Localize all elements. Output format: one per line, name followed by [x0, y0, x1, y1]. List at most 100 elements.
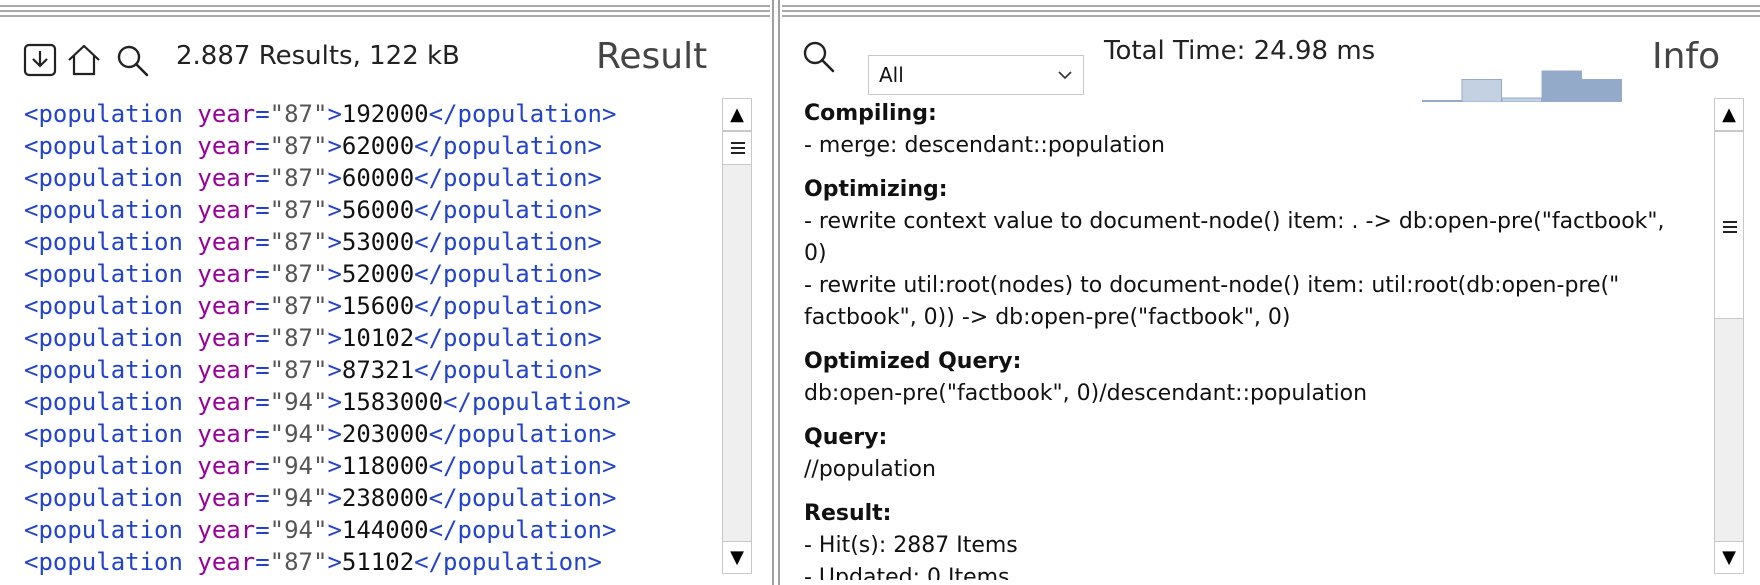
- xml-equals: =: [255, 132, 270, 160]
- xml-open-tag: <population: [24, 260, 198, 288]
- xml-open-tag: <population: [24, 356, 198, 384]
- xml-equals: =: [255, 260, 270, 288]
- xml-open-tag: <population: [24, 516, 198, 544]
- info-filter-select[interactable]: All: [868, 55, 1084, 95]
- info-section-line: - Hit(s): 2887 Items: [804, 533, 1018, 558]
- search-icon[interactable]: [800, 38, 836, 74]
- panel-drag-handle[interactable]: [782, 0, 1760, 20]
- xml-attribute-value: "87": [269, 228, 328, 256]
- code-line: <population year="87">52000</population>: [24, 258, 720, 290]
- xml-attribute: year: [197, 196, 256, 224]
- xml-equals: =: [255, 100, 270, 128]
- xml-open-tag: <population: [24, 196, 198, 224]
- home-icon[interactable]: [66, 42, 102, 78]
- result-scrollbar[interactable]: ▲ ▼: [722, 98, 752, 574]
- arrow-down-icon[interactable]: ▼: [723, 541, 751, 573]
- scroll-thumb[interactable]: [723, 131, 751, 165]
- xml-tag-close: >: [327, 516, 342, 544]
- xml-text-value: 52000: [341, 260, 415, 288]
- xml-attribute-value: "87": [269, 164, 328, 192]
- info-section: Compiling: - merge: descendant::populatio…: [804, 98, 1672, 162]
- xml-close-tag: </population>: [414, 292, 602, 320]
- xml-attribute-value: "87": [269, 292, 328, 320]
- arrow-down-icon[interactable]: ▼: [1715, 541, 1743, 573]
- panel-splitter[interactable]: [770, 0, 782, 585]
- xml-tag-close: >: [327, 132, 342, 160]
- xml-tag-close: >: [327, 164, 342, 192]
- xml-equals: =: [255, 356, 270, 384]
- total-time: Total Time: 24.98 ms: [1104, 36, 1376, 66]
- xml-tag-close: >: [327, 484, 342, 512]
- scroll-thumb[interactable]: [1715, 131, 1743, 319]
- panel-drag-handle[interactable]: [0, 0, 770, 20]
- xml-tag-close: >: [327, 292, 342, 320]
- code-line: <population year="94">1583000</populatio…: [24, 386, 720, 418]
- info-title: Info: [1652, 36, 1721, 77]
- xml-open-tag: <population: [24, 388, 198, 416]
- export-icon[interactable]: [22, 42, 58, 78]
- xml-attribute: year: [197, 132, 256, 160]
- arrow-up-icon[interactable]: ▲: [1715, 99, 1743, 131]
- xml-close-tag: </population>: [428, 420, 617, 448]
- xml-close-tag: </population>: [443, 388, 631, 416]
- xml-attribute-value: "94": [269, 452, 328, 480]
- xml-close-tag: </population>: [414, 260, 602, 288]
- code-line: <population year="87">53000</population>: [24, 226, 720, 258]
- xml-open-tag: <population: [24, 292, 198, 320]
- xml-text-value: 1583000: [341, 388, 444, 416]
- info-section-line: //population: [804, 457, 936, 482]
- xml-close-tag: </population>: [414, 164, 602, 192]
- xml-close-tag: </population>: [414, 324, 602, 352]
- result-panel: 2.887 Results, 122 kB Result <population…: [0, 0, 770, 585]
- info-section: Result: - Hit(s): 2887 Items - Updated: 0 …: [804, 498, 1672, 580]
- xml-tag-close: >: [327, 452, 342, 480]
- code-line: <population year="87">192000</population…: [24, 98, 720, 130]
- info-section: Optimizing: - rewrite context value to do…: [804, 174, 1672, 334]
- search-icon[interactable]: [114, 42, 150, 78]
- xml-open-tag: <population: [24, 548, 198, 576]
- xml-tag-close: >: [327, 260, 342, 288]
- xml-attribute: year: [197, 356, 256, 384]
- xml-text-value: 56000: [341, 196, 415, 224]
- xml-tag-close: >: [327, 356, 342, 384]
- xml-attribute-value: "87": [269, 548, 328, 576]
- xml-equals: =: [255, 420, 270, 448]
- xml-attribute-value: "94": [269, 484, 328, 512]
- xml-attribute-value: "94": [269, 516, 328, 544]
- xml-attribute-value: "87": [269, 196, 328, 224]
- xml-attribute: year: [197, 420, 256, 448]
- info-section: Query: //population: [804, 422, 1672, 486]
- info-section-heading: Query:: [804, 425, 888, 450]
- info-text-view[interactable]: Compiling: - merge: descendant::populatio…: [804, 98, 1672, 580]
- grip-icon: [731, 142, 745, 144]
- xml-text-value: 62000: [341, 132, 415, 160]
- xml-attribute-value: "87": [269, 260, 328, 288]
- info-section-heading: Compiling:: [804, 101, 937, 126]
- xml-open-tag: <population: [24, 100, 198, 128]
- xml-text-value: 192000: [341, 100, 429, 128]
- xml-attribute: year: [197, 484, 256, 512]
- xml-text-value: 53000: [341, 228, 415, 256]
- xml-text-value: 15600: [341, 292, 415, 320]
- xml-text-value: 203000: [341, 420, 429, 448]
- xml-attribute: year: [197, 452, 256, 480]
- code-line: <population year="94">238000</population…: [24, 482, 720, 514]
- info-scrollbar[interactable]: ▲ ▼: [1714, 98, 1744, 574]
- xml-equals: =: [255, 164, 270, 192]
- xml-attribute-value: "87": [269, 132, 328, 160]
- result-code-view[interactable]: <population year="87">192000</population…: [24, 98, 720, 580]
- xml-tag-close: >: [327, 388, 342, 416]
- xml-equals: =: [255, 388, 270, 416]
- xml-attribute: year: [197, 228, 256, 256]
- result-toolbar: 2.887 Results, 122 kB Result: [0, 24, 770, 94]
- grip-icon: [1723, 221, 1737, 223]
- xml-text-value: 238000: [341, 484, 429, 512]
- xml-close-tag: </population>: [414, 548, 602, 576]
- xml-equals: =: [255, 452, 270, 480]
- info-section: Optimized Query: db:open-pre("factbook", …: [804, 346, 1672, 410]
- xml-open-tag: <population: [24, 132, 198, 160]
- arrow-up-icon[interactable]: ▲: [723, 99, 751, 131]
- xml-text-value: 87321: [341, 356, 415, 384]
- info-section-line: - rewrite util:root(nodes) to document-n…: [804, 273, 1620, 298]
- info-filter-value: All: [879, 63, 904, 87]
